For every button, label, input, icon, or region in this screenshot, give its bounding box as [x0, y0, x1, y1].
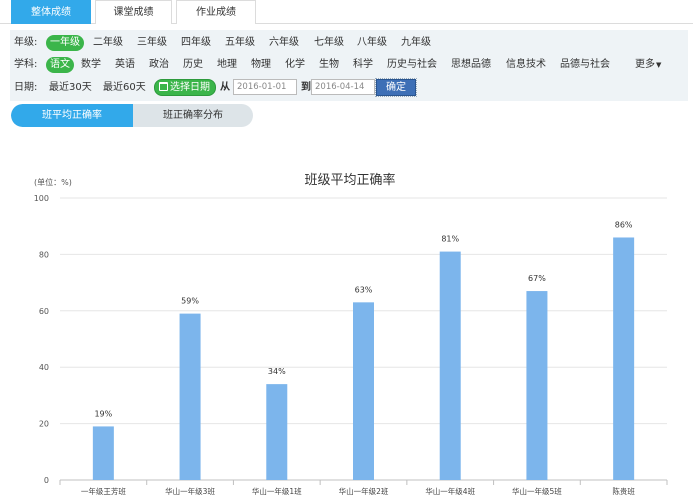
- date-last-60-days[interactable]: 最近60天: [103, 80, 146, 96]
- bar: [439, 251, 461, 480]
- subject-option-math[interactable]: 数学: [81, 57, 101, 73]
- y-tick-label: 80: [39, 250, 49, 259]
- subject-option-morality-society[interactable]: 品德与社会: [560, 57, 610, 73]
- x-tick-label: 华山一年级3班: [165, 486, 215, 496]
- subject-option-it[interactable]: 信息技术: [506, 57, 546, 73]
- subject-option-history-society[interactable]: 历史与社会: [387, 57, 437, 73]
- subject-filter-row: 学科: 语文 数学 英语 政治 历史 地理 物理 化学 生物 科学 历史与社会 …: [14, 55, 684, 75]
- grade-option-5[interactable]: 五年级: [225, 35, 255, 51]
- data-label: 67%: [528, 274, 546, 283]
- x-tick-label: 华山一年级2班: [339, 486, 389, 496]
- x-tick-label: 华山一年级5班: [512, 486, 562, 496]
- bar: [613, 237, 635, 480]
- y-tick-label: 20: [39, 420, 49, 429]
- date-label: 日期:: [14, 82, 38, 93]
- y-tick-label: 100: [34, 194, 49, 203]
- subject-option-physics[interactable]: 物理: [251, 57, 271, 73]
- y-tick-label: 40: [39, 363, 49, 372]
- tab-overall-score[interactable]: 整体成绩: [11, 0, 91, 24]
- data-label: 81%: [441, 235, 459, 244]
- tab-class-score[interactable]: 课堂成绩: [95, 0, 172, 24]
- accuracy-bar-chart: 班级平均正确率 (单位：%) 0 20 40 60 80 100 19% 一年级王芳班 59% 华…: [0, 150, 693, 504]
- subject-option-english[interactable]: 英语: [115, 57, 135, 73]
- start-date-input[interactable]: [233, 79, 297, 95]
- subject-option-politics[interactable]: 政治: [149, 57, 169, 73]
- data-label: 19%: [94, 409, 112, 418]
- grade-option-2[interactable]: 二年级: [93, 35, 123, 51]
- grade-option-1[interactable]: 一年级: [46, 35, 84, 51]
- select-date-button[interactable]: 选择日期: [154, 79, 216, 96]
- filter-panel: 年级: 一年级 二年级 三年级 四年级 五年级 六年级 七年级 八年级 九年级 …: [10, 30, 688, 101]
- subject-option-history[interactable]: 历史: [183, 57, 203, 73]
- subject-option-geography[interactable]: 地理: [217, 57, 237, 73]
- grade-option-3[interactable]: 三年级: [137, 35, 167, 51]
- subject-option-ideology[interactable]: 思想品德: [451, 57, 491, 73]
- chart-sub-tabs: 班平均正确率 班正确率分布: [11, 104, 253, 127]
- bar: [179, 313, 201, 480]
- bar: [92, 426, 114, 480]
- grade-option-7[interactable]: 七年级: [314, 35, 344, 51]
- end-date-input[interactable]: [311, 79, 375, 95]
- x-tick-label: 华山一年级4班: [425, 486, 475, 496]
- confirm-date-button[interactable]: 确定: [375, 78, 417, 97]
- bar: [266, 384, 288, 480]
- bar: [526, 291, 548, 480]
- select-date-label: 选择日期: [170, 82, 210, 93]
- grade-option-9[interactable]: 九年级: [401, 35, 431, 51]
- y-tick-label: 0: [44, 476, 49, 485]
- data-label: 86%: [615, 220, 633, 229]
- data-label: 34%: [268, 367, 286, 376]
- calendar-icon: [159, 82, 168, 91]
- grade-option-4[interactable]: 四年级: [181, 35, 211, 51]
- from-label: 从: [220, 82, 230, 93]
- y-tick-label: 60: [39, 307, 49, 316]
- date-last-30-days[interactable]: 最近30天: [49, 80, 92, 96]
- subject-option-chinese[interactable]: 语文: [46, 57, 74, 73]
- bar: [353, 302, 374, 480]
- data-label: 63%: [355, 285, 373, 294]
- x-tick-label: 陈贵班: [612, 486, 635, 496]
- more-label: 更多: [635, 59, 655, 70]
- grade-filter-row: 年级: 一年级 二年级 三年级 四年级 五年级 六年级 七年级 八年级 九年级: [14, 33, 684, 53]
- tab-class-avg-accuracy[interactable]: 班平均正确率: [11, 104, 133, 127]
- chart-plot-area: 0 20 40 60 80 100 19% 一年级王芳班 59% 华山一年级3班 34% 华山一年级1…: [34, 194, 668, 496]
- x-tick-label: 一年级王芳班: [81, 486, 126, 496]
- subject-option-biology[interactable]: 生物: [319, 57, 339, 73]
- tab-homework-score[interactable]: 作业成绩: [176, 0, 256, 24]
- subject-option-science[interactable]: 科学: [353, 57, 373, 73]
- subject-option-chemistry[interactable]: 化学: [285, 57, 305, 73]
- to-label: 到: [301, 82, 311, 93]
- grade-option-6[interactable]: 六年级: [269, 35, 299, 51]
- subject-more-button[interactable]: 更多▼: [635, 57, 661, 73]
- tab-class-accuracy-distribution[interactable]: 班正确率分布: [133, 104, 253, 127]
- subject-label: 学科:: [14, 59, 38, 70]
- data-label: 59%: [181, 297, 199, 306]
- grade-option-8[interactable]: 八年级: [357, 35, 387, 51]
- date-filter-row: 日期: 最近30天 最近60天 选择日期 从 到 确定: [14, 78, 684, 98]
- x-tick-label: 华山一年级1班: [252, 486, 302, 496]
- top-tab-bar: 整体成绩 课堂成绩 作业成绩: [0, 0, 693, 24]
- caret-down-icon: ▼: [656, 61, 662, 69]
- grade-label: 年级:: [14, 37, 38, 48]
